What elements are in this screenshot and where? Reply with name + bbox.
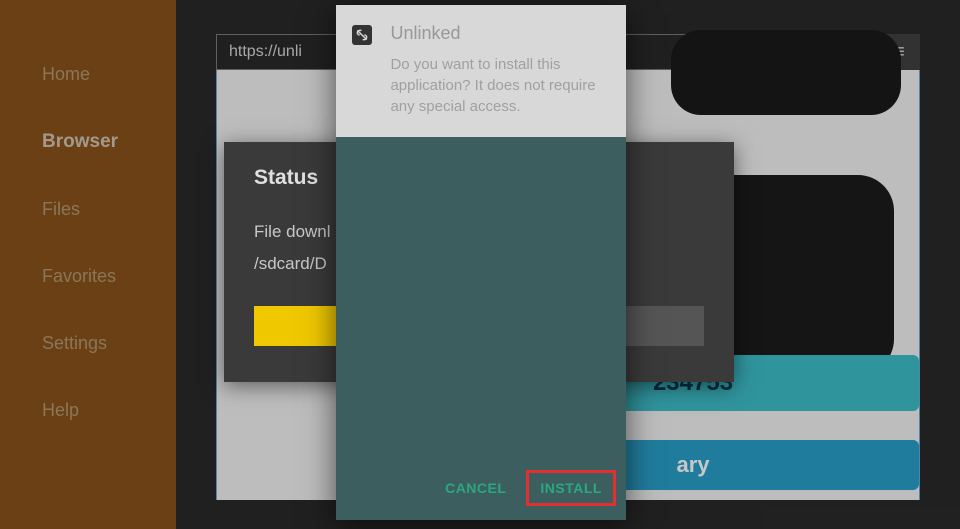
unlink-icon bbox=[352, 25, 372, 45]
dialog-app-title: Unlinked bbox=[390, 23, 600, 44]
dialog-install-button[interactable]: INSTALL bbox=[526, 470, 616, 506]
dialog-footer: CANCEL INSTALL bbox=[336, 458, 626, 520]
dialog-header: Unlinked Do you want to install this app… bbox=[336, 5, 626, 137]
install-dialog: Unlinked Do you want to install this app… bbox=[336, 5, 626, 520]
dialog-description: Do you want to install this application?… bbox=[390, 54, 600, 117]
sidebar-dim-overlay bbox=[0, 0, 176, 529]
dialog-cancel-button[interactable]: CANCEL bbox=[431, 470, 520, 506]
